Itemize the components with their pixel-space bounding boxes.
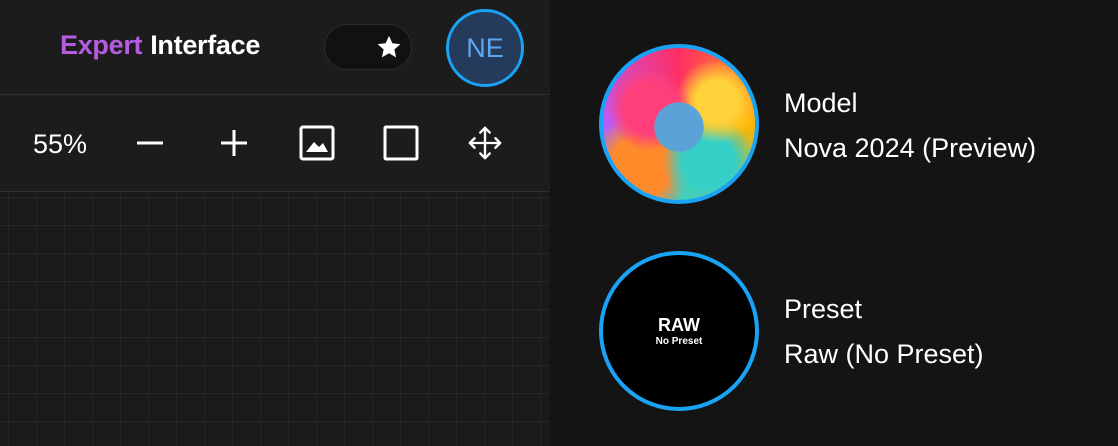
zoom-out-button[interactable]	[132, 125, 168, 161]
plus-icon	[221, 130, 247, 156]
model-value[interactable]: Nova 2024 (Preview)	[784, 133, 1036, 164]
star-icon	[373, 31, 405, 63]
zoom-in-button[interactable]	[216, 125, 252, 161]
canvas-toolbar: 55%	[0, 95, 550, 192]
square-icon	[383, 125, 419, 161]
minus-icon	[137, 141, 163, 145]
brand-word-interface: Interface	[150, 30, 261, 60]
image-icon	[299, 125, 335, 161]
settings-panel: Model Nova 2024 (Preview) RAW No Preset …	[550, 0, 1118, 446]
preset-thumb-sub: No Preset	[655, 335, 703, 347]
zoom-level: 55%	[33, 129, 88, 159]
avatar-initials: NE	[466, 32, 504, 63]
brand-word-expert: Expert	[60, 30, 143, 60]
move-button[interactable]	[467, 125, 503, 161]
preset-thumb-main: RAW	[658, 314, 700, 335]
preset-title: Preset	[784, 294, 863, 324]
user-avatar[interactable]: NE	[446, 9, 524, 87]
move-icon	[468, 126, 502, 160]
model-thumbnail[interactable]	[599, 44, 759, 204]
canvas-grid[interactable]	[0, 193, 550, 446]
preset-value[interactable]: Raw (No Preset)	[784, 339, 984, 370]
image-button[interactable]	[299, 125, 335, 161]
brand-title: Expert Interface	[60, 30, 260, 61]
top-bar: Expert Interface NE	[0, 0, 550, 95]
preset-thumbnail[interactable]: RAW No Preset	[599, 251, 759, 411]
left-panel: Expert Interface NE 55%	[0, 0, 550, 446]
frame-button[interactable]	[383, 125, 419, 161]
model-title: Model	[784, 88, 858, 118]
favorite-toggle[interactable]	[324, 24, 412, 70]
